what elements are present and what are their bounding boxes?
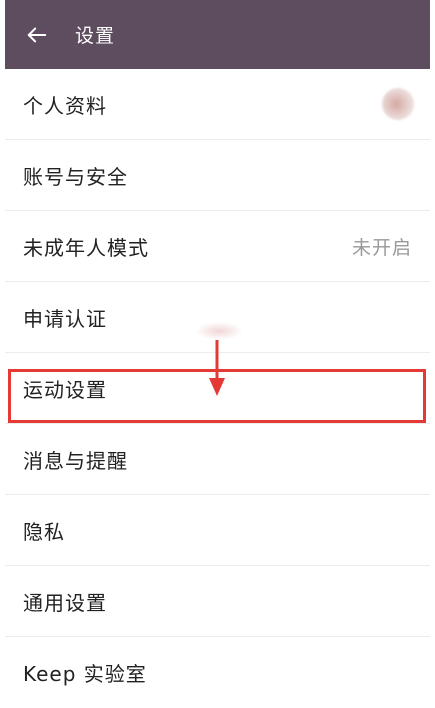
settings-item-label: 消息与提醒 — [23, 448, 128, 473]
settings-item-label: 通用设置 — [23, 590, 107, 615]
settings-item-account-security[interactable]: 账号与安全 — [5, 140, 430, 211]
settings-item-keep-lab[interactable]: Keep 实验室 — [5, 637, 430, 708]
settings-item-label: 未成年人模式 — [23, 235, 149, 260]
settings-item-messages-reminders[interactable]: 消息与提醒 — [5, 424, 430, 495]
settings-item-label: 账号与安全 — [23, 164, 128, 189]
back-button[interactable] — [17, 15, 57, 55]
settings-item-sport-settings[interactable]: 运动设置 — [5, 353, 430, 424]
settings-item-label: 隐私 — [23, 519, 65, 544]
settings-list: 个人资料 账号与安全 未成年人模式 未开启 申请认证 运动设置 消息与提醒 隐私… — [5, 69, 430, 708]
settings-item-label: 个人资料 — [23, 93, 107, 118]
settings-item-privacy[interactable]: 隐私 — [5, 495, 430, 566]
settings-item-verification[interactable]: 申请认证 — [5, 282, 430, 353]
settings-item-minor-mode[interactable]: 未成年人模式 未开启 — [5, 211, 430, 282]
settings-item-profile[interactable]: 个人资料 — [5, 69, 430, 140]
settings-item-label: 运动设置 — [23, 377, 107, 402]
page-title: 设置 — [75, 25, 116, 47]
app-header: 设置 — [5, 0, 430, 69]
settings-item-label: 申请认证 — [23, 306, 107, 331]
minor-mode-status: 未开启 — [351, 236, 412, 259]
settings-item-general[interactable]: 通用设置 — [5, 566, 430, 637]
avatar — [382, 88, 414, 120]
arrow-left-icon — [27, 27, 47, 42]
settings-item-label: Keep 实验室 — [23, 662, 147, 686]
